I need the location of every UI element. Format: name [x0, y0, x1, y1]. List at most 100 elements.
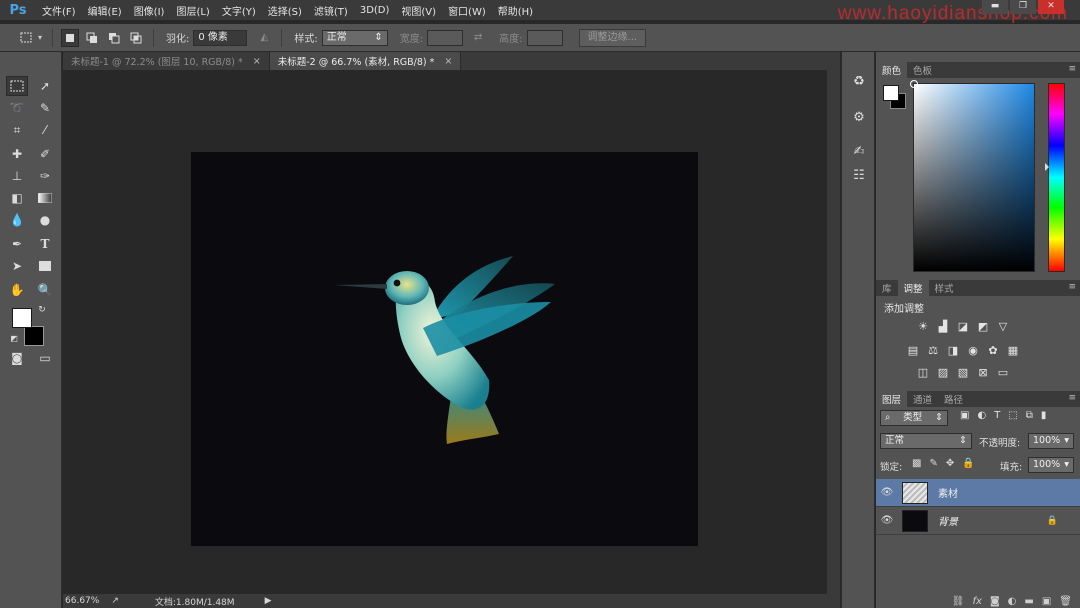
menu-image[interactable]: 图像(I)	[128, 3, 171, 18]
menu-layer[interactable]: 图层(L)	[170, 3, 215, 18]
invert-icon[interactable]: ◫	[916, 366, 930, 379]
color-picker-field[interactable]	[910, 80, 1035, 272]
lock-pixels-icon[interactable]: ✎	[929, 458, 937, 469]
move-tool-icon[interactable]: ➚	[34, 76, 56, 96]
tab-paths[interactable]: 路径	[938, 391, 969, 407]
screen-mode-icon[interactable]: ▭	[34, 348, 56, 368]
blur-tool-icon[interactable]: 💧	[6, 210, 28, 230]
brush-presets-icon[interactable]: ✍	[850, 142, 868, 160]
chevron-down-icon[interactable]: ▾	[38, 33, 42, 42]
delete-layer-icon[interactable]: 🗑	[1059, 596, 1072, 607]
status-menu-arrow-icon[interactable]: ▶	[265, 596, 272, 606]
minimize-button[interactable]: ▬	[982, 0, 1008, 14]
default-colors-icon[interactable]: ◩	[8, 332, 20, 344]
tab-libraries[interactable]: 库	[876, 280, 898, 296]
filter-toggle-icon[interactable]: ▮	[1041, 410, 1047, 421]
history-icon[interactable]: ♻	[850, 72, 868, 90]
panel-menu-icon[interactable]: ≡	[1068, 393, 1076, 403]
brightness-contrast-icon[interactable]: ☀	[916, 320, 930, 333]
channel-mixer-icon[interactable]: ✿	[986, 344, 1000, 357]
levels-icon[interactable]: ▟	[936, 320, 950, 333]
selective-color-icon[interactable]: ⊠	[976, 366, 990, 379]
tab-layers[interactable]: 图层	[876, 391, 908, 407]
dodge-tool-icon[interactable]: ●	[34, 210, 56, 230]
lock-transparent-icon[interactable]: ▩	[912, 458, 921, 469]
hue-slider-handle[interactable]	[1045, 163, 1049, 171]
hue-slider[interactable]	[1045, 83, 1065, 272]
layer-name[interactable]: 素材	[938, 485, 958, 500]
new-adjustment-layer-icon[interactable]: ◐	[1008, 596, 1017, 607]
healing-brush-tool-icon[interactable]: ✚	[6, 144, 28, 164]
adjust-sliders-icon[interactable]: ☷	[850, 166, 868, 184]
hand-tool-icon[interactable]: ✋	[6, 280, 28, 300]
maximize-button[interactable]: ❐	[1010, 0, 1036, 14]
style-select[interactable]: 正常 ⇕	[321, 29, 388, 46]
layer-name[interactable]: 背景	[938, 513, 958, 528]
width-input[interactable]	[427, 29, 464, 46]
crop-tool-icon[interactable]: ⌗	[6, 120, 28, 140]
hue-saturation-icon[interactable]: ▤	[906, 344, 920, 357]
tab-swatches[interactable]: 色板	[907, 62, 938, 78]
filter-smart-object-icon[interactable]: ⧉	[1026, 410, 1033, 421]
menu-help[interactable]: 帮助(H)	[492, 3, 539, 18]
layer-style-icon[interactable]: fx	[973, 596, 982, 607]
subtract-selection-icon[interactable]	[105, 29, 123, 47]
swap-dimensions-icon[interactable]: ⇄	[469, 29, 487, 47]
menu-type[interactable]: 文字(Y)	[216, 3, 262, 18]
layer-filter-select[interactable]: ⌕ 类型 ⇕	[880, 410, 948, 426]
color-picker-cursor[interactable]	[910, 80, 918, 88]
photo-filter-icon[interactable]: ◉	[966, 344, 980, 357]
close-window-button[interactable]: ✕	[1038, 0, 1064, 14]
menu-edit[interactable]: 编辑(E)	[82, 3, 128, 18]
opacity-input[interactable]: 100% ▾	[1028, 433, 1074, 449]
foreground-swatch[interactable]	[883, 85, 899, 101]
tab-document-2[interactable]: 未标题-2 @ 66.7% (素材, RGB/8) * ×	[269, 52, 462, 70]
zoom-level[interactable]: 66.67%	[65, 596, 99, 606]
menu-3d[interactable]: 3D(D)	[354, 5, 396, 16]
fill-input[interactable]: 100% ▾	[1028, 457, 1074, 473]
link-layers-icon[interactable]: ⛓	[952, 596, 965, 607]
vibrance-icon[interactable]: ▽	[996, 320, 1010, 333]
panel-menu-icon[interactable]: ≡	[1068, 64, 1076, 74]
layer-row[interactable]: 👁 背景 🔒	[876, 507, 1080, 535]
tab-adjustments[interactable]: 调整	[897, 280, 929, 296]
path-selection-tool-icon[interactable]: ➤	[6, 256, 28, 276]
tab-styles[interactable]: 样式	[929, 280, 960, 296]
close-tab-icon[interactable]: ×	[253, 56, 261, 67]
lasso-tool-icon[interactable]: ➰	[6, 98, 28, 118]
new-group-icon[interactable]: ▬	[1024, 596, 1033, 607]
quick-selection-tool-icon[interactable]: ✎	[34, 98, 56, 118]
menu-filter[interactable]: 滤镜(T)	[308, 3, 354, 18]
share-icon[interactable]: ↗	[111, 596, 119, 606]
threshold-icon[interactable]: ▧	[956, 366, 970, 379]
curves-icon[interactable]: ◪	[956, 320, 970, 333]
history-brush-tool-icon[interactable]: ✑	[34, 166, 56, 186]
add-selection-icon[interactable]	[83, 29, 101, 47]
lock-position-icon[interactable]: ✥	[946, 458, 954, 469]
properties-icon[interactable]: ⚙	[850, 108, 868, 126]
quick-mask-icon[interactable]: ◙	[6, 348, 28, 368]
refine-edge-button[interactable]: 调整边缘...	[578, 28, 647, 47]
eraser-tool-icon[interactable]: ◧	[6, 188, 28, 208]
anti-alias-icon[interactable]: ◭	[255, 29, 273, 47]
eye-icon[interactable]: 👁	[876, 515, 898, 526]
color-lookup-icon[interactable]: ▦	[1006, 344, 1020, 357]
height-input[interactable]	[526, 29, 563, 46]
menu-select[interactable]: 选择(S)	[262, 3, 308, 18]
menu-window[interactable]: 窗口(W)	[442, 3, 492, 18]
swap-colors-icon[interactable]: ↻	[36, 304, 48, 316]
new-layer-icon[interactable]: ▣	[1042, 596, 1051, 607]
blend-mode-select[interactable]: 正常 ⇕	[880, 433, 972, 449]
tab-channels[interactable]: 通道	[907, 391, 938, 407]
color-balance-icon[interactable]: ⚖	[926, 344, 940, 357]
gradient-map-icon[interactable]: ▭	[996, 366, 1010, 379]
background-color-swatch[interactable]	[24, 326, 44, 346]
brush-tool-icon[interactable]: ✐	[34, 144, 56, 164]
close-tab-icon[interactable]: ×	[444, 56, 452, 67]
type-tool-icon[interactable]: T	[34, 234, 56, 254]
tab-document-1[interactable]: 未标题-1 @ 72.2% (图层 10, RGB/8) * ×	[63, 52, 270, 70]
document-canvas[interactable]	[191, 152, 698, 546]
rectangle-tool-icon[interactable]	[34, 256, 56, 276]
menu-file[interactable]: 文件(F)	[36, 3, 82, 18]
pen-tool-icon[interactable]: ✒	[6, 234, 28, 254]
